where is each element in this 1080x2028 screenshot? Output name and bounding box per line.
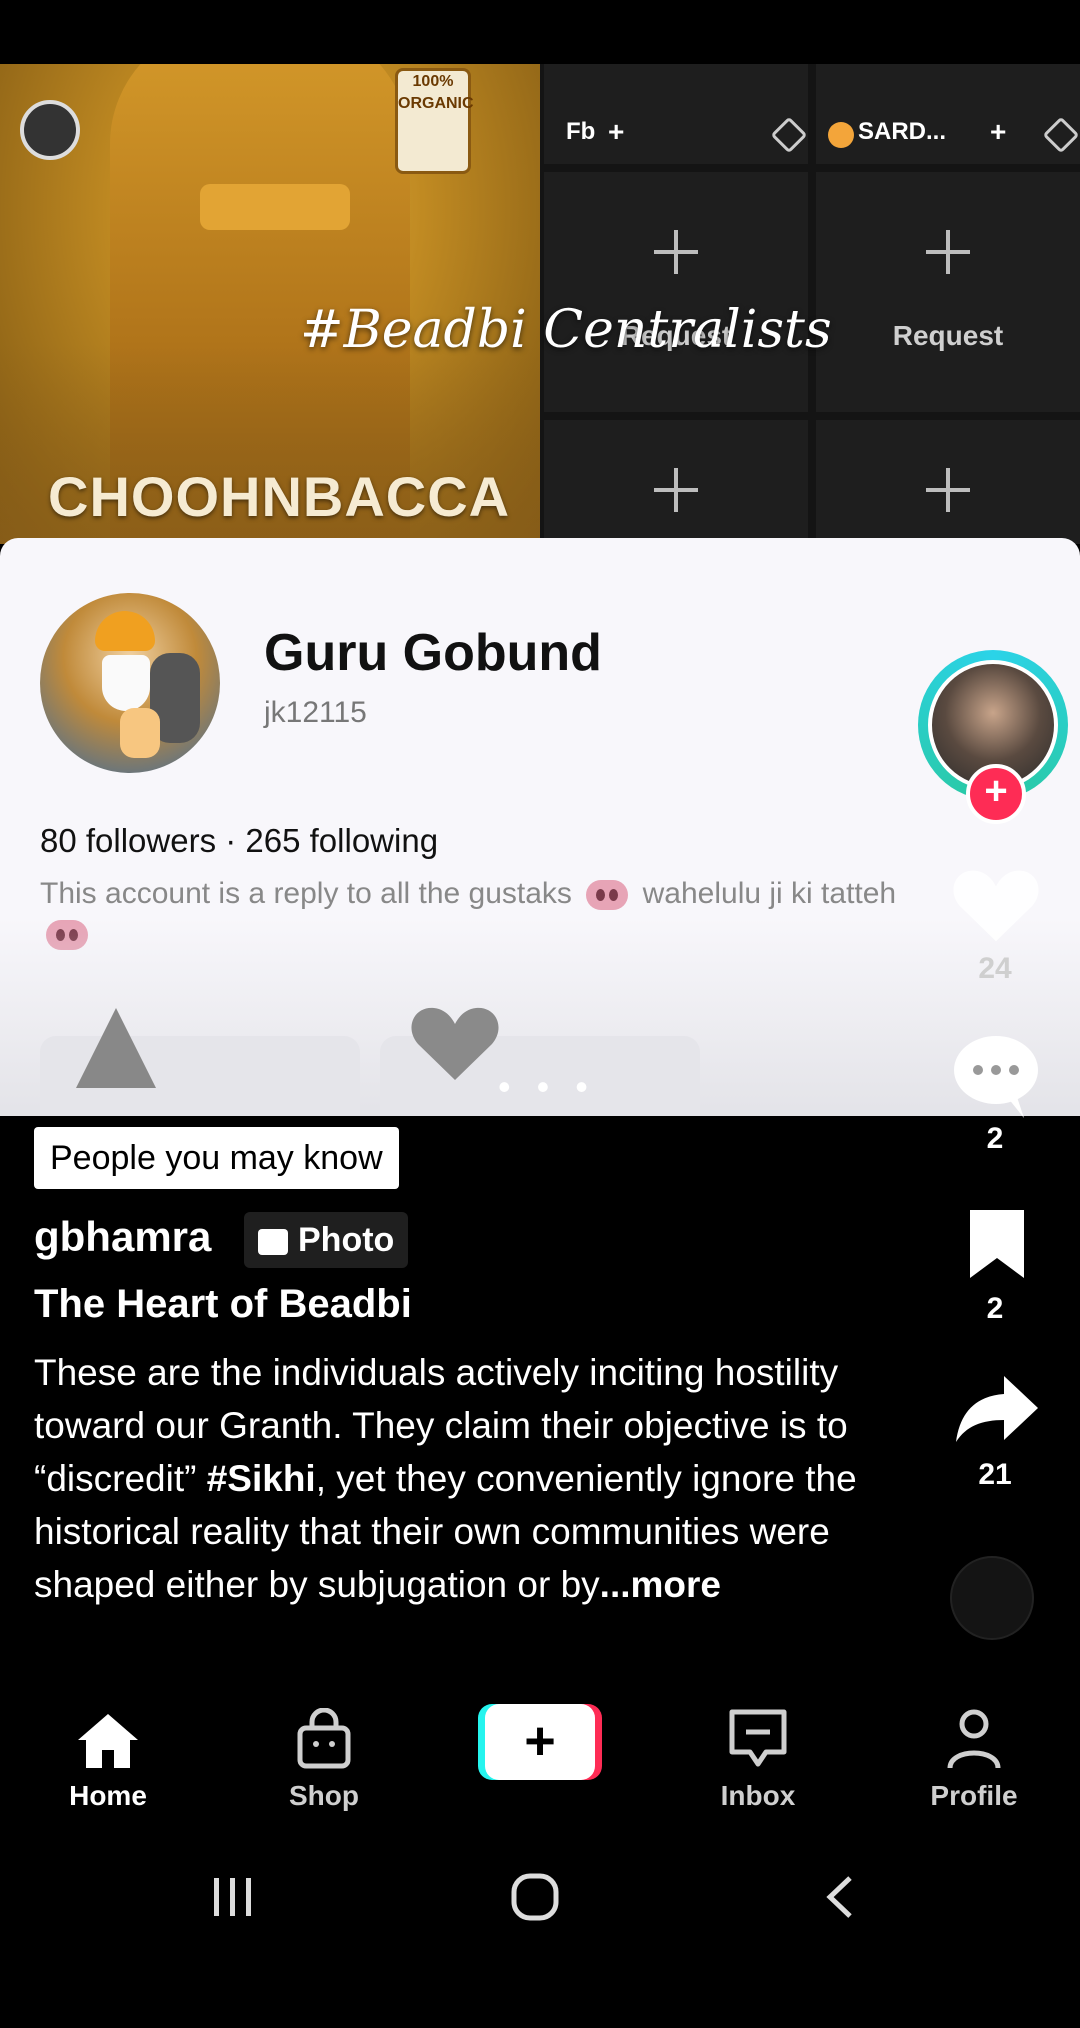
comment-icon[interactable] [952, 1034, 1040, 1118]
nav-profile-label: Profile [930, 1780, 1018, 1811]
post-title: The Heart of Beadbi [34, 1282, 412, 1326]
profile-card[interactable]: Guru Gobund jk12115 80 followers · 265 f… [0, 538, 1080, 1116]
bottle-label: 100% ORGANIC [395, 68, 474, 174]
hashtag-link[interactable]: #Sikhi [207, 1458, 316, 1499]
more-link[interactable]: ...more [600, 1564, 721, 1605]
hero-title: CHOOHNBACCA [48, 465, 511, 528]
bio-text: wahelulu ji ki tatteh [642, 877, 897, 910]
save-count: 2 [920, 1292, 1070, 1326]
mute-icon [1042, 116, 1080, 154]
like-count: 24 [920, 952, 1070, 986]
status-bar [0, 0, 1080, 64]
bio-text: This account is a reply to all the gusta… [40, 877, 572, 910]
carousel-dots: • • • [498, 1066, 596, 1107]
mute-icon [770, 116, 808, 154]
request-slot-4[interactable] [816, 420, 1080, 544]
lamp-icon [20, 100, 80, 160]
request-slot-2[interactable]: Request [816, 172, 1080, 412]
system-nav-bar [0, 1830, 1080, 2028]
share-icon[interactable] [954, 1372, 1040, 1444]
save-count-text: 2 [986, 1292, 1004, 1325]
avatar-beard [102, 655, 150, 711]
people-you-may-know-badge: People you may know [34, 1127, 399, 1189]
like-count-text: 24 [978, 952, 1012, 985]
plus-icon: + [485, 1704, 595, 1780]
photo-type-chip: Photo [244, 1212, 409, 1268]
recent-apps-icon[interactable] [210, 1874, 256, 1920]
live-tile-fb[interactable]: Fb + [544, 64, 808, 164]
photo-chip-label: Photo [298, 1221, 395, 1259]
pig-nose-icon [586, 880, 629, 911]
home-icon [78, 1714, 138, 1768]
lion-emoji-icon [828, 122, 854, 148]
live-tile-label: Fb [566, 118, 596, 145]
profile-avatar[interactable] [40, 593, 220, 773]
request-label: Request [892, 320, 1004, 351]
profile-icon [947, 1709, 1001, 1769]
overlay-hashtag: #Beadbi Centralists [300, 300, 832, 360]
heart-icon [411, 1007, 499, 1080]
request-slot-3[interactable] [544, 420, 808, 544]
photo-icon [258, 1229, 288, 1256]
bottom-nav: Home Shop + Inbox Profile [0, 1688, 1080, 1828]
follow-stats: 80 followers · 265 following [40, 822, 439, 859]
live-tile-sard[interactable]: SARD... + [816, 64, 1080, 164]
share-count: 21 [920, 1458, 1070, 1492]
profile-name: Guru Gobund [264, 624, 602, 682]
add-icon: + [608, 116, 625, 147]
shop-bag-icon [297, 1708, 351, 1769]
plus-icon [654, 468, 698, 512]
home-system-icon[interactable] [510, 1872, 560, 1922]
plus-icon [654, 230, 698, 274]
figure-sash [200, 184, 350, 230]
profile-username: jk12115 [264, 696, 367, 729]
sound-disc-icon[interactable] [950, 1556, 1034, 1640]
create-button[interactable]: + [478, 1704, 602, 1780]
nav-shop-label: Shop [289, 1780, 359, 1811]
add-icon: + [990, 116, 1007, 147]
like-icon[interactable] [952, 866, 1040, 946]
comment-count-text: 2 [986, 1122, 1004, 1155]
comment-count: 2 [920, 1122, 1070, 1156]
plus-icon [926, 468, 970, 512]
author-username[interactable]: gbhamra [34, 1213, 211, 1261]
inbox-icon [729, 1709, 787, 1767]
send-icon [76, 1008, 156, 1088]
request-slot-1[interactable]: Request [544, 172, 808, 412]
bookmark-icon[interactable] [966, 1206, 1028, 1282]
share-count-text: 21 [978, 1458, 1012, 1491]
avatar-child [120, 708, 160, 758]
nav-home-label: Home [69, 1780, 147, 1811]
plus-icon [926, 230, 970, 274]
post-description[interactable]: These are the individuals actively incit… [34, 1346, 894, 1611]
follow-plus-button[interactable]: + [966, 764, 1026, 824]
back-icon[interactable] [822, 1874, 856, 1920]
nav-inbox-label: Inbox [720, 1780, 796, 1811]
avatar-turban [95, 611, 155, 651]
live-tile-label: SARD... [858, 118, 947, 145]
